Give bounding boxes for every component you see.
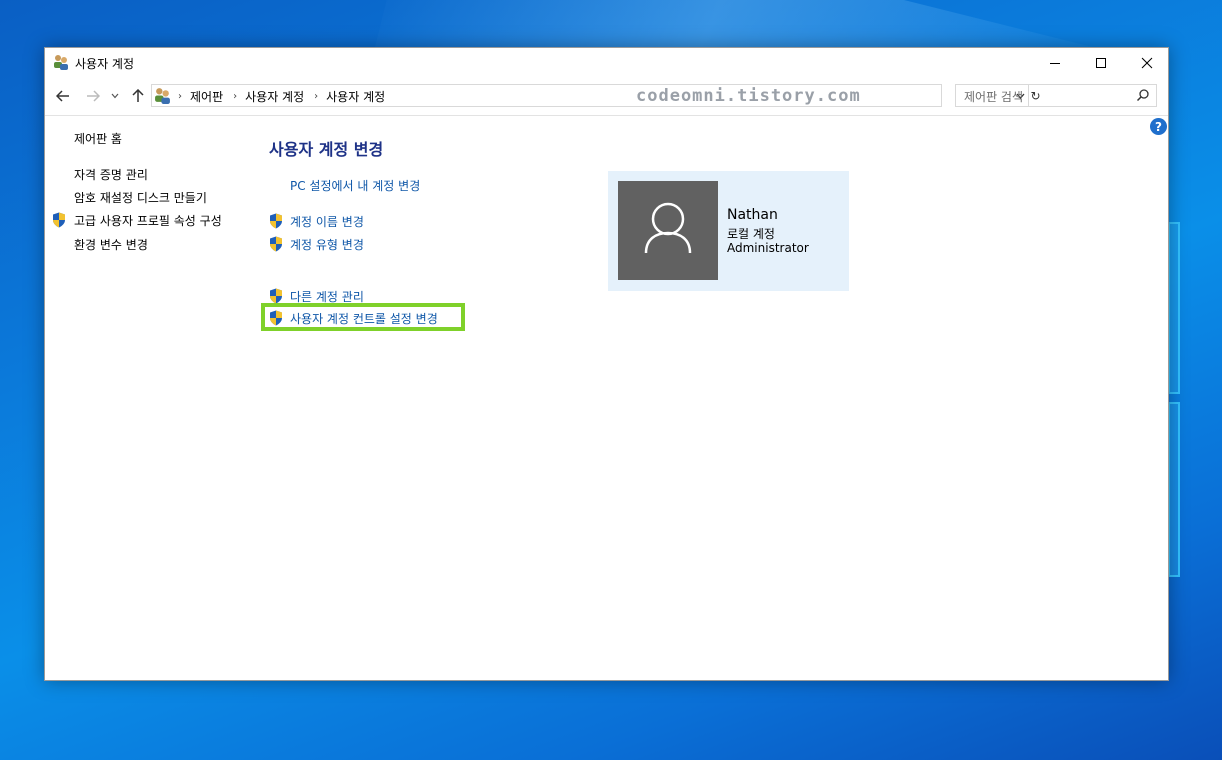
change-environment-variables-link[interactable]: 환경 변수 변경 [74,236,148,253]
create-password-reset-disk-link[interactable]: 암호 재설정 디스크 만들기 [74,189,207,206]
user-accounts-icon [54,55,68,70]
uac-shield-icon [270,288,282,304]
arrow-right-icon [87,90,100,102]
close-icon [1141,57,1153,69]
breadcrumb-control-panel[interactable]: 제어판 [190,88,223,105]
change-account-name-link[interactable]: 계정 이름 변경 [290,213,364,230]
uac-shield-icon [270,236,282,252]
close-button[interactable] [1124,48,1170,78]
search-input[interactable]: 제어판 검색 [955,84,1157,107]
address-bar[interactable]: › 제어판 › 사용자 계정 › 사용자 계정 codeomni.tistory… [151,84,1041,107]
manage-credentials-link[interactable]: 자격 증명 관리 [74,166,148,183]
breadcrumb-user-accounts[interactable]: 사용자 계정 [245,88,304,105]
avatar [618,181,718,280]
page-title: 사용자 계정 변경 [269,140,384,159]
desktop-window-logo-pane [1168,402,1180,577]
search-icon[interactable] [1136,88,1150,102]
recent-locations-button[interactable] [108,86,122,106]
toolbar-divider [45,115,1168,116]
breadcrumb-user-accounts-current[interactable]: 사용자 계정 [326,88,385,105]
back-button[interactable] [53,86,73,106]
breadcrumb: › 제어판 › 사용자 계정 › 사용자 계정 [176,88,393,105]
change-account-in-pc-settings-link[interactable]: PC 설정에서 내 계정 변경 [290,177,420,194]
account-role: Administrator [727,241,809,255]
control-panel-window: 사용자 계정 › 제어판 › 사용자 계정 › 사용자 계정 codeomni.… [44,47,1169,681]
minimize-icon [1050,62,1060,64]
help-icon[interactable]: ? [1150,118,1167,135]
chevron-right-icon[interactable]: › [314,91,318,102]
chevron-right-icon[interactable]: › [178,91,182,102]
uac-shield-icon [270,310,282,326]
window-title: 사용자 계정 [75,57,135,71]
chevron-down-icon [111,93,119,99]
search-placeholder: 제어판 검색 [964,90,1024,104]
minimize-button[interactable] [1032,48,1078,78]
change-account-type-link[interactable]: 계정 유형 변경 [290,236,364,253]
chevron-right-icon[interactable]: › [233,91,237,102]
navigation-bar: › 제어판 › 사용자 계정 › 사용자 계정 codeomni.tistory… [45,80,1168,112]
title-bar[interactable]: 사용자 계정 [45,48,1168,78]
user-accounts-icon [155,88,170,104]
account-card[interactable]: Nathan 로컬 계정 Administrator [608,171,849,291]
up-button[interactable] [128,86,148,106]
maximize-icon [1096,58,1106,68]
forward-button[interactable] [83,86,103,106]
change-uac-settings-link[interactable]: 사용자 계정 컨트롤 설정 변경 [290,310,438,327]
advanced-user-profile-properties-link[interactable]: 고급 사용자 프로필 속성 구성 [74,212,222,229]
maximize-button[interactable] [1078,48,1124,78]
control-panel-home-link[interactable]: 제어판 홈 [74,130,122,147]
arrow-left-icon [56,90,69,102]
account-type: 로컬 계정 [727,227,775,241]
user-silhouette-icon [644,202,692,254]
arrow-up-icon [132,89,144,102]
uac-shield-icon [270,213,282,229]
uac-shield-icon [53,212,65,228]
watermark-text: codeomni.tistory.com [636,86,861,106]
account-name: Nathan [727,207,778,223]
desktop-window-logo-pane [1168,222,1180,394]
